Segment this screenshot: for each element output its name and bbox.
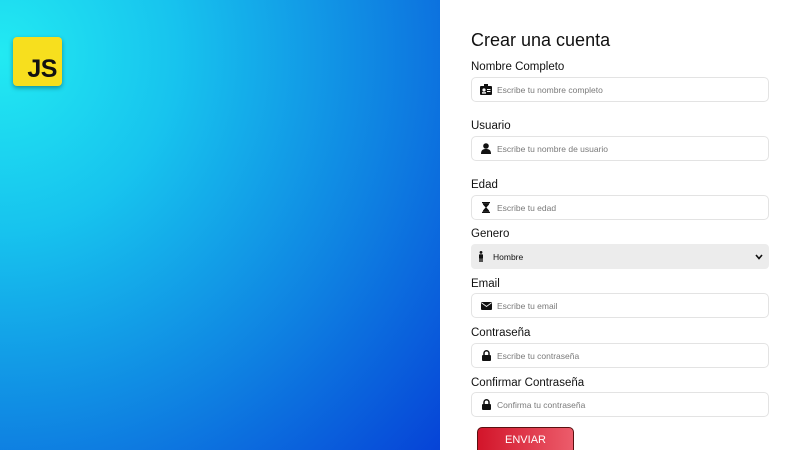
- username-field[interactable]: [471, 136, 769, 161]
- username-input[interactable]: [497, 138, 757, 159]
- password-field[interactable]: [471, 343, 769, 368]
- username-label: Usuario: [471, 120, 511, 132]
- email-label: Email: [471, 278, 500, 290]
- lock-icon: [478, 348, 494, 364]
- full-name-input[interactable]: [497, 79, 757, 100]
- signup-form: Crear una cuenta Nombre Completo Usuario…: [440, 0, 800, 450]
- submit-button[interactable]: ENVIAR: [477, 427, 574, 450]
- age-input[interactable]: [497, 197, 757, 218]
- gender-select[interactable]: Hombre: [471, 244, 769, 269]
- envelope-icon: [478, 298, 494, 314]
- gradient-panel: JS: [0, 0, 440, 450]
- javascript-logo: JS: [13, 37, 62, 86]
- id-card-icon: [478, 82, 494, 98]
- gender-label: Genero: [471, 228, 510, 240]
- gender-selected-value: Hombre: [493, 251, 524, 262]
- signup-page: JS Crear una cuenta Nombre Completo Usua…: [0, 0, 800, 450]
- hourglass-icon: [478, 200, 494, 216]
- confirm-password-field[interactable]: [471, 392, 769, 417]
- email-field[interactable]: [471, 293, 769, 318]
- confirm-password-input[interactable]: [497, 394, 757, 415]
- confirm-password-label: Confirmar Contraseña: [471, 377, 585, 389]
- user-icon: [478, 141, 494, 157]
- age-label: Edad: [471, 179, 498, 191]
- email-input[interactable]: [497, 295, 757, 316]
- full-name-field[interactable]: [471, 77, 769, 102]
- male-icon: [473, 249, 489, 265]
- page-title: Crear una cuenta: [471, 30, 611, 50]
- chevron-down-icon: [753, 251, 765, 263]
- password-input[interactable]: [497, 345, 757, 366]
- age-field[interactable]: [471, 195, 769, 220]
- full-name-label: Nombre Completo: [471, 61, 565, 73]
- lock-icon: [478, 397, 494, 413]
- logo-text: JS: [27, 55, 57, 83]
- password-label: Contraseña: [471, 327, 531, 339]
